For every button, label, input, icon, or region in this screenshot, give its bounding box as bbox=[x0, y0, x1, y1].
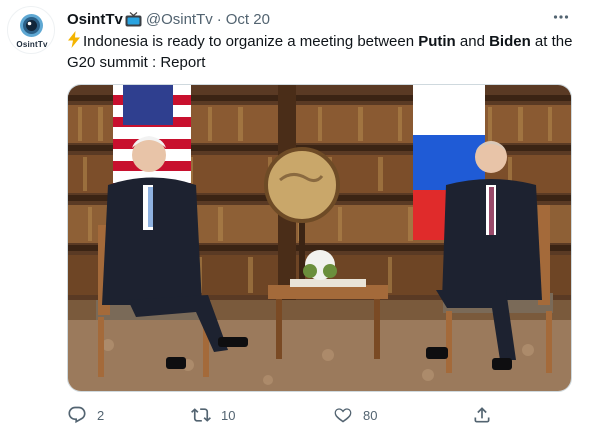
reply-button[interactable]: 2 bbox=[67, 402, 104, 428]
tweet-header: OsintTv @OsintTv · Oct 20 bbox=[67, 9, 270, 29]
display-name[interactable]: OsintTv bbox=[67, 11, 123, 28]
user-handle[interactable]: @OsintTv bbox=[146, 11, 213, 28]
tweet-photo[interactable] bbox=[67, 84, 572, 392]
tweet-text: Indonesia is ready to organize a meeting… bbox=[67, 31, 582, 73]
tweet-text-biden: Biden bbox=[489, 33, 531, 50]
photo-illustration bbox=[68, 85, 571, 391]
like-count: 80 bbox=[363, 407, 378, 423]
heart-icon bbox=[334, 408, 352, 423]
tweet-text-prefix: Indonesia is ready to organize a meeting… bbox=[83, 33, 419, 50]
retweet-button[interactable]: 10 bbox=[191, 402, 235, 428]
more-options-icon[interactable] bbox=[550, 6, 572, 28]
avatar[interactable]: OsintTv bbox=[7, 6, 55, 54]
tweet-card[interactable]: OsintTv OsintTv @OsintTv · Oct 20 Indone… bbox=[0, 0, 592, 436]
eye-logo-icon bbox=[20, 14, 43, 37]
tv-icon bbox=[125, 11, 142, 27]
reply-icon bbox=[68, 406, 86, 424]
share-icon bbox=[474, 407, 490, 423]
timestamp[interactable]: Oct 20 bbox=[226, 11, 270, 28]
share-button[interactable] bbox=[472, 402, 492, 428]
retweet-count: 10 bbox=[221, 407, 236, 423]
tweet-text-middle: and bbox=[455, 33, 490, 50]
tweet-actions: 2 10 80 bbox=[67, 402, 507, 428]
separator-dot: · bbox=[216, 10, 222, 28]
avatar-label: OsintTv bbox=[16, 40, 48, 49]
lightning-icon bbox=[68, 31, 80, 48]
tweet-text-putin: Putin bbox=[418, 33, 456, 50]
retweet-icon bbox=[191, 408, 211, 422]
reply-count: 2 bbox=[97, 407, 105, 423]
like-button[interactable]: 80 bbox=[333, 402, 377, 428]
